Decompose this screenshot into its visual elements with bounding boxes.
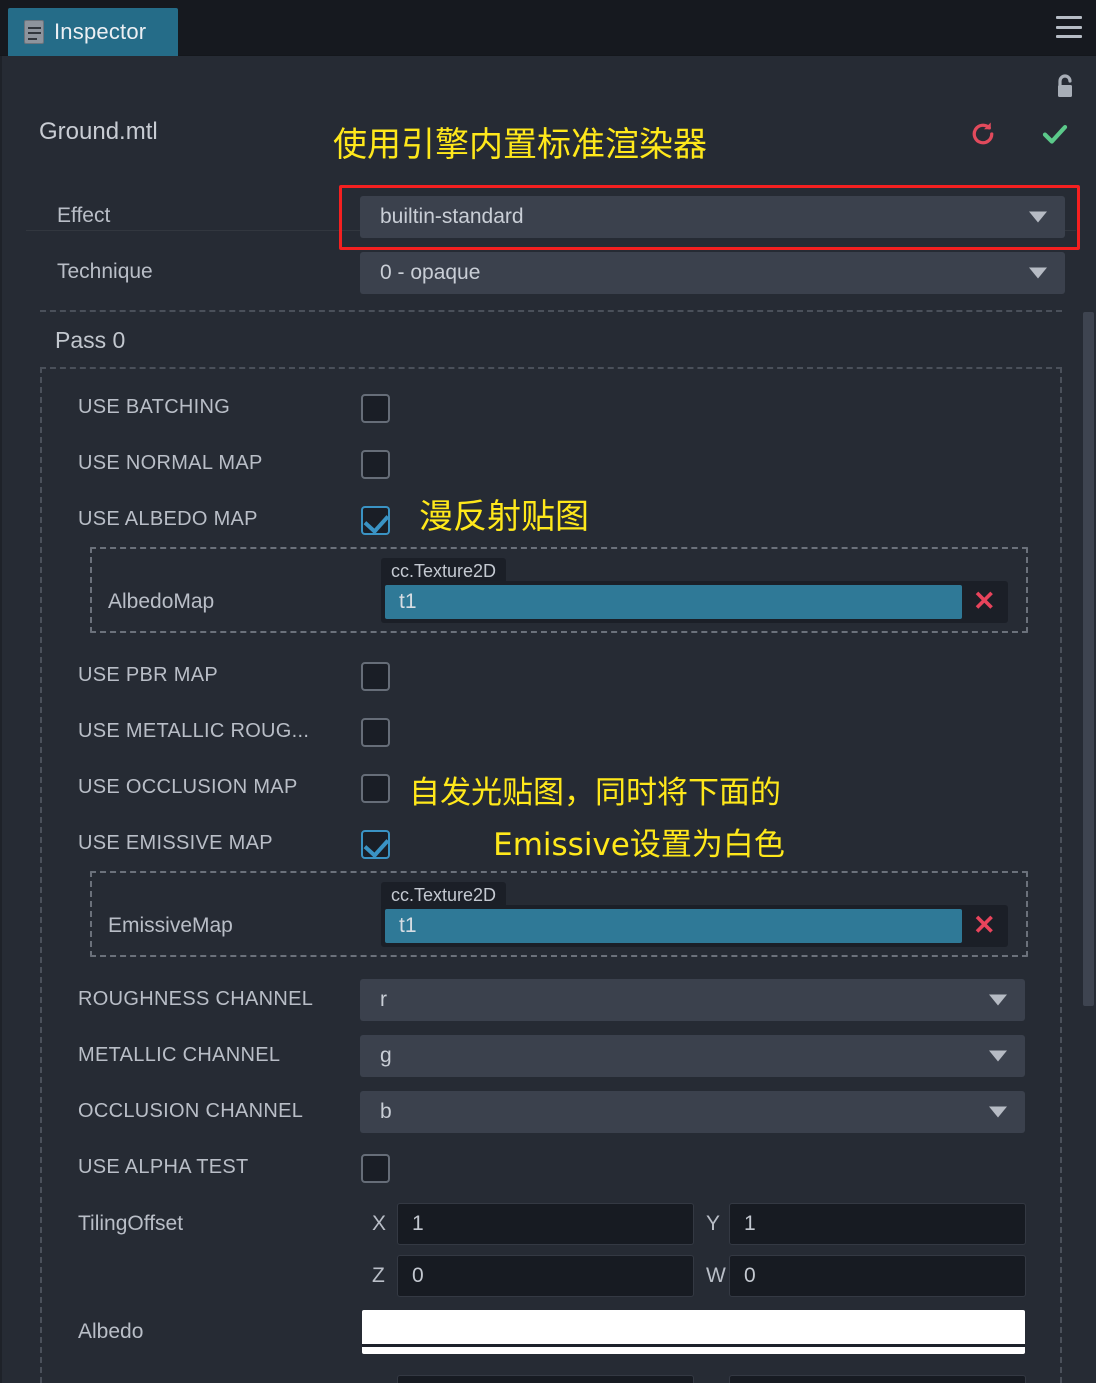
tab-inspector[interactable]: Inspector [8,8,178,56]
tiling-offset-y-label: Y [706,1212,721,1235]
albedo-color-label: Albedo [78,1320,144,1343]
albedo-map-field[interactable]: t1 ✕ [381,581,1008,623]
tiling-offset-z-label: Z [372,1264,385,1287]
page-title: Ground.mtl [39,118,158,145]
checkbox-use-normal-map[interactable] [361,450,390,479]
define-label-use-occlusion-map: USE OCCLUSION MAP [78,776,298,798]
define-label-use-emissive-map: USE EMISSIVE MAP [78,832,273,854]
emissive-map-field[interactable]: t1 ✕ [381,905,1008,947]
chevron-down-icon [1029,267,1047,279]
tiling-offset-x-label: X [372,1212,387,1235]
annotation-albedo-map: 漫反射贴图 [419,497,589,537]
tiling-offset-x-input[interactable]: 1 [397,1203,694,1245]
chevron-down-icon [989,1050,1007,1062]
technique-label: Technique [57,260,153,283]
annotation-emissive-line2: Emissive设置为白色 [493,827,785,863]
checkmark-icon[interactable] [1040,119,1070,154]
checkbox-use-emissive-map[interactable] [361,830,390,859]
inspector-icon [24,20,44,44]
tiling-offset-label: TilingOffset [78,1212,184,1235]
technique-value: 0 - opaque [380,261,481,284]
annotation-emissive-line1: 自发光贴图，同时将下面的 [409,775,781,811]
checkbox-use-alpha-test[interactable] [361,1154,390,1183]
define-label-use-metallic-roughness-map: USE METALLIC ROUG... [78,720,310,742]
effect-highlight-box [339,185,1080,250]
tiling-offset-w-input[interactable]: 0 [729,1255,1026,1297]
albedo-map-value[interactable]: t1 [385,585,962,619]
chevron-down-icon [989,1106,1007,1118]
checkbox-use-albedo-map[interactable] [361,506,390,535]
tab-bar: Inspector [0,0,1096,56]
metallic-channel-label: METALLIC CHANNEL [78,1044,281,1066]
roughness-channel-value: r [380,988,387,1011]
tab-inspector-label: Inspector [54,19,147,44]
refresh-icon[interactable] [968,119,998,154]
albedo-alpha-divider [362,1344,1025,1347]
checkbox-use-metallic-roughness-map[interactable] [361,718,390,747]
panel-scrollbar-thumb[interactable] [1083,312,1094,1006]
define-label-use-pbr-map: USE PBR MAP [78,664,218,686]
metallic-channel-value: g [380,1044,392,1067]
next-row-input-right[interactable] [729,1375,1026,1383]
albedo-map-label: AlbedoMap [108,590,215,613]
pass-top-divider [40,310,1062,312]
occlusion-channel-select[interactable]: b [360,1091,1025,1133]
checkbox-use-pbr-map[interactable] [361,662,390,691]
albedo-map-close-x-icon[interactable]: ✕ [973,586,996,617]
emissive-map-label: EmissiveMap [108,914,233,937]
effect-label: Effect [57,204,111,227]
roughness-channel-select[interactable]: r [360,979,1025,1021]
define-label-use-alpha-test: USE ALPHA TEST [78,1156,249,1178]
chevron-down-icon [989,994,1007,1006]
roughness-channel-label: ROUGHNESS CHANNEL [78,988,314,1010]
metallic-channel-select[interactable]: g [360,1035,1025,1077]
unlock-icon[interactable] [1050,72,1080,102]
occlusion-channel-label: OCCLUSION CHANNEL [78,1100,304,1122]
annotation-effect: 使用引擎内置标准渲染器 [333,125,707,165]
pass-title: Pass 0 [55,327,126,353]
define-label-use-normal-map: USE NORMAL MAP [78,452,263,474]
next-row-input-left[interactable] [397,1375,694,1383]
checkbox-use-occlusion-map[interactable] [361,774,390,803]
emissive-map-close-x-icon[interactable]: ✕ [973,910,996,941]
occlusion-channel-value: b [380,1100,392,1123]
checkbox-use-batching[interactable] [361,394,390,423]
albedo-color-swatch[interactable] [362,1310,1025,1354]
emissive-map-value[interactable]: t1 [385,909,962,943]
technique-select[interactable]: 0 - opaque [360,252,1065,294]
define-label-use-albedo-map: USE ALBEDO MAP [78,508,258,530]
hamburger-menu-icon[interactable] [1056,16,1082,38]
panel-scrollbar-track[interactable] [1082,256,1096,1327]
tiling-offset-y-input[interactable]: 1 [729,1203,1026,1245]
define-label-use-batching: USE BATCHING [78,396,231,418]
tiling-offset-w-label: W [706,1264,726,1287]
inspector-window: Inspector Ground.mtl Effect builtin-stan… [0,0,1096,1383]
tiling-offset-z-input[interactable]: 0 [397,1255,694,1297]
